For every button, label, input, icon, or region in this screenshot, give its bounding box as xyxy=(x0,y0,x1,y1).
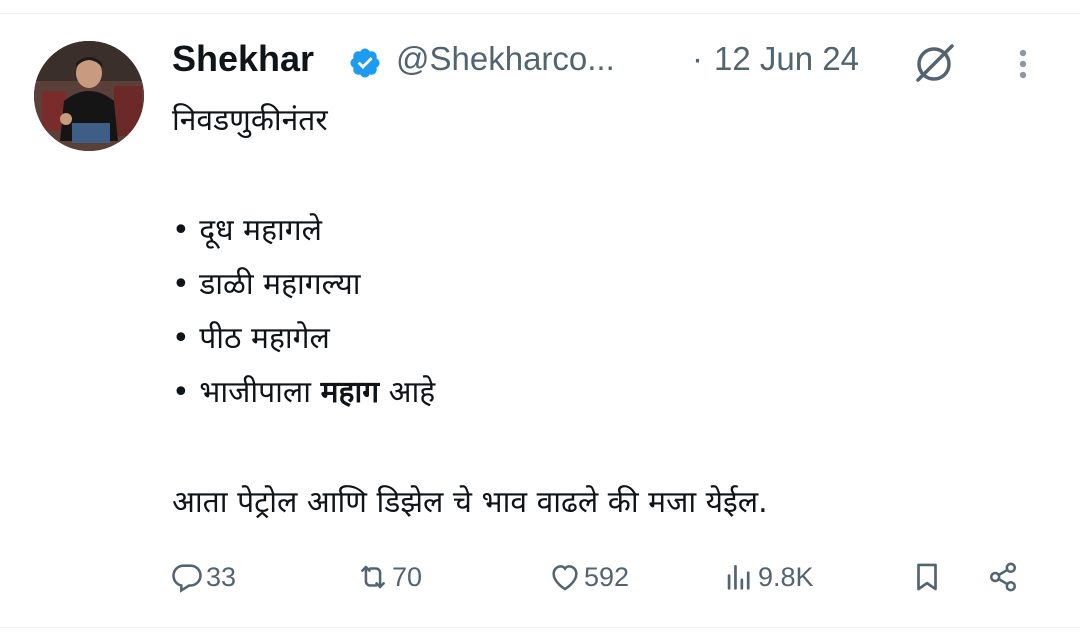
tweet-date[interactable]: 12 Jun 24 xyxy=(714,40,859,78)
tweet-line-closing: आता पेट्रोल आणि डिझेल चे भाव वाढले की मज… xyxy=(172,485,768,520)
bullet-item: • पीठ महागेल xyxy=(172,321,330,356)
avatar[interactable] xyxy=(34,41,144,151)
reply-count: 33 xyxy=(206,561,237,592)
like-button[interactable]: 592 xyxy=(548,555,629,599)
bullet-text-suffix: आहे xyxy=(379,375,436,410)
top-divider xyxy=(0,0,1080,14)
separator-dot: · xyxy=(692,40,703,77)
author-name[interactable]: Shekhar xyxy=(172,38,314,80)
share-button[interactable] xyxy=(986,555,1020,599)
share-icon xyxy=(989,562,1017,592)
bold-word: महाग xyxy=(320,375,380,410)
bookmark-icon xyxy=(917,563,937,591)
bookmark-button[interactable] xyxy=(910,555,944,599)
tweet-header: Shekhar @Shekharco... · 12 Jun 24 xyxy=(172,34,1052,90)
repost-button[interactable]: 70 xyxy=(356,555,422,599)
repost-icon xyxy=(361,565,385,589)
tweet-line-heading: निवडणुकीनंतर xyxy=(172,103,328,138)
reply-icon xyxy=(172,564,202,593)
more-options-icon[interactable] xyxy=(1008,44,1038,84)
action-bar: 33 70 592 9.8K xyxy=(170,555,1050,599)
view-count: 9.8K xyxy=(758,561,814,592)
bullet-text: • भाजीपाला xyxy=(172,375,321,410)
tweet-text: निवडणुकीनंतर • दूध महागले • डाळी महागल्य… xyxy=(172,94,1032,530)
grok-icon[interactable] xyxy=(910,38,958,86)
repost-count: 70 xyxy=(392,561,423,592)
bullet-item: • भाजीपाला महाग आहे xyxy=(172,366,1032,420)
reply-button[interactable]: 33 xyxy=(170,555,236,599)
bottom-divider xyxy=(0,627,1080,628)
heart-icon xyxy=(552,565,578,591)
like-count: 592 xyxy=(584,561,630,592)
views-icon xyxy=(727,565,750,590)
views-button[interactable]: 9.8K xyxy=(722,555,814,599)
verified-badge-icon xyxy=(350,48,380,78)
bullet-item: • दूध महागले xyxy=(172,213,323,248)
author-handle[interactable]: @Shekharco... xyxy=(396,40,615,78)
bullet-item: • डाळी महागल्या xyxy=(172,267,361,302)
